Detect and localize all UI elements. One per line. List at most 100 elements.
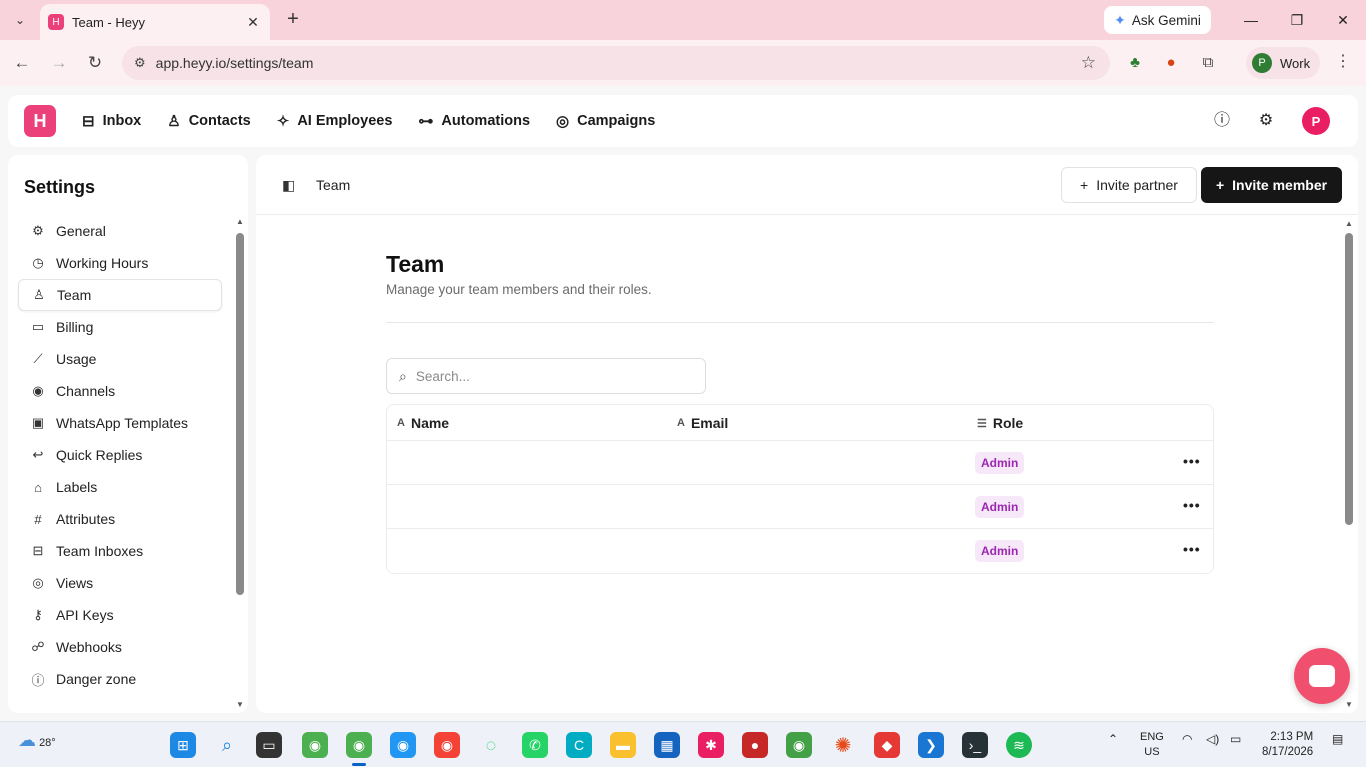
wifi-icon[interactable]: ◠: [1182, 732, 1192, 746]
sidebar-item-views[interactable]: ◎ Views: [18, 567, 222, 599]
whatsapp-icon[interactable]: ✆: [522, 732, 548, 758]
extensions-puzzle-icon[interactable]: ⧉: [1197, 52, 1219, 74]
table-row[interactable]: Admin •••: [387, 529, 1213, 573]
column-header-email[interactable]: A Email: [677, 415, 728, 431]
spotify-icon[interactable]: ≋: [1006, 732, 1032, 758]
sidebar-item-channels[interactable]: ◉ Channels: [18, 375, 222, 407]
extension-icon[interactable]: ●: [1160, 52, 1182, 74]
site-info-icon[interactable]: ⚙: [134, 55, 146, 71]
ask-gemini-button[interactable]: ✦ Ask Gemini: [1104, 6, 1211, 34]
scroll-up-icon[interactable]: ▲: [236, 217, 244, 226]
chrome-icon[interactable]: ◉: [434, 732, 460, 758]
search-input[interactable]: [415, 368, 686, 384]
weather-widget[interactable]: ☁ 28°: [18, 730, 56, 751]
more-options-icon[interactable]: •••: [1183, 541, 1201, 557]
table-row[interactable]: Admin •••: [387, 441, 1213, 485]
column-header-name[interactable]: A Name: [397, 415, 449, 431]
task-view-icon[interactable]: ▭: [256, 732, 282, 758]
heyy-logo[interactable]: H: [24, 105, 56, 137]
main-scrollbar[interactable]: ▲ ▼: [1344, 219, 1354, 709]
invite-partner-button[interactable]: + Invite partner: [1061, 167, 1197, 203]
edge-icon[interactable]: C: [566, 732, 592, 758]
store-icon[interactable]: ▦: [654, 732, 680, 758]
column-header-role[interactable]: ☰ Role: [977, 415, 1023, 431]
invite-member-button[interactable]: + Invite member: [1201, 167, 1342, 203]
browser-menu-icon[interactable]: ⋮: [1332, 51, 1354, 75]
sidebar-title: Settings: [24, 177, 96, 197]
nav-item-ai-employees[interactable]: ✧ AI Employees: [277, 112, 393, 130]
more-options-icon[interactable]: •••: [1183, 453, 1201, 469]
address-bar[interactable]: ⚙ app.heyy.io/settings/team ☆: [122, 46, 1110, 80]
sort-icon: A: [397, 417, 405, 429]
nav-item-campaigns[interactable]: ◎ Campaigns: [556, 112, 655, 130]
chrome-icon[interactable]: ◉: [346, 732, 372, 766]
sidebar-item-danger-zone[interactable]: ⓘ Danger zone: [18, 663, 222, 695]
sidebar-item-team[interactable]: ♙ Team: [18, 279, 222, 311]
sidebar-item-billing[interactable]: ▭ Billing: [18, 311, 222, 343]
folder-icon[interactable]: ▬: [610, 732, 636, 758]
sidebar-item-whatsapp-templates[interactable]: ▣ WhatsApp Templates: [18, 407, 222, 439]
reload-icon[interactable]: ↻: [83, 51, 107, 75]
help-icon[interactable]: ⓘ: [1210, 109, 1234, 133]
avatar[interactable]: P: [1302, 107, 1330, 135]
role-badge: Admin: [975, 540, 1025, 562]
sidebar-item-quick-replies[interactable]: ↩ Quick Replies: [18, 439, 222, 471]
sidebar-item-api-keys[interactable]: ⚷ API Keys: [18, 599, 222, 631]
forward-icon[interactable]: →: [47, 51, 71, 75]
sidebar-item-general[interactable]: ⚙ General: [18, 215, 222, 247]
key-icon: ⚷: [33, 607, 43, 622]
sidebar-item-labels[interactable]: ⌂ Labels: [18, 471, 222, 503]
chrome-icon[interactable]: ◉: [302, 732, 328, 758]
scroll-down-icon[interactable]: ▼: [236, 700, 244, 709]
window-close-icon[interactable]: ✕: [1330, 8, 1356, 32]
gear-icon[interactable]: ⚙: [1254, 109, 1278, 133]
clock[interactable]: 2:13 PM 8/17/2026: [1262, 730, 1313, 760]
sidebar-toggle-icon[interactable]: ◧: [282, 177, 295, 194]
chat-widget-button[interactable]: [1294, 648, 1350, 704]
search-icon[interactable]: ⌕: [214, 732, 240, 758]
bookmark-star-icon[interactable]: ☆: [1081, 53, 1096, 73]
sidebar-item-working-hours[interactable]: ◷ Working Hours: [18, 247, 222, 279]
scroll-down-icon[interactable]: ▼: [1344, 700, 1354, 709]
role-badge: Admin: [975, 496, 1025, 518]
scroll-thumb[interactable]: [1345, 233, 1353, 525]
notification-icon[interactable]: ▤: [1332, 732, 1343, 746]
chrome-icon[interactable]: ◉: [390, 732, 416, 758]
broadcast-icon: ◉: [32, 383, 44, 398]
language-indicator[interactable]: ENG US: [1140, 730, 1164, 760]
tray-chevron-icon[interactable]: ⌃: [1108, 732, 1118, 746]
tab-close-icon[interactable]: ✕: [244, 14, 262, 31]
claude-icon[interactable]: ✺: [830, 732, 856, 758]
slack-icon[interactable]: ✱: [698, 732, 724, 758]
sidebar-item-usage[interactable]: ⟋ Usage: [18, 343, 222, 375]
back-icon[interactable]: ←: [10, 51, 34, 75]
nav-item-inbox[interactable]: ⊟ Inbox: [82, 112, 141, 130]
battery-icon[interactable]: ▭: [1230, 732, 1241, 746]
new-tab-button[interactable]: +: [282, 8, 304, 30]
vscode-icon[interactable]: ❯: [918, 732, 944, 758]
terminal-icon[interactable]: ›_: [962, 732, 988, 758]
whatsapp-icon[interactable]: ◌: [478, 732, 504, 758]
more-options-icon[interactable]: •••: [1183, 497, 1201, 513]
sidebar-item-webhooks[interactable]: ☍ Webhooks: [18, 631, 222, 663]
restore-icon[interactable]: ❐: [1284, 8, 1310, 32]
minimize-icon[interactable]: —: [1238, 8, 1264, 32]
windows-start-icon[interactable]: ⊞: [170, 732, 196, 758]
sidebar-item-team-inboxes[interactable]: ⊟ Team Inboxes: [18, 535, 222, 567]
nav-item-automations[interactable]: ⊶ Automations: [418, 112, 530, 130]
extension-icon[interactable]: ♣: [1124, 52, 1146, 74]
chrome-icon[interactable]: ◉: [786, 732, 812, 758]
nav-item-contacts[interactable]: ♙ Contacts: [167, 112, 251, 130]
anydesk-icon[interactable]: ◆: [874, 732, 900, 758]
scroll-thumb[interactable]: [236, 233, 244, 595]
tab-search-icon[interactable]: ⌄: [8, 8, 32, 32]
sidebar-scrollbar[interactable]: ▲ ▼: [236, 217, 244, 709]
record-icon[interactable]: ●: [742, 732, 768, 758]
volume-icon[interactable]: ◁): [1206, 732, 1219, 746]
scroll-up-icon[interactable]: ▲: [1344, 219, 1354, 228]
browser-tab[interactable]: H Team - Heyy ✕: [40, 4, 270, 40]
search-box[interactable]: ⌕: [386, 358, 706, 394]
profile-button[interactable]: P Work: [1246, 47, 1320, 79]
sidebar-item-attributes[interactable]: # Attributes: [18, 503, 222, 535]
table-row[interactable]: Admin •••: [387, 485, 1213, 529]
